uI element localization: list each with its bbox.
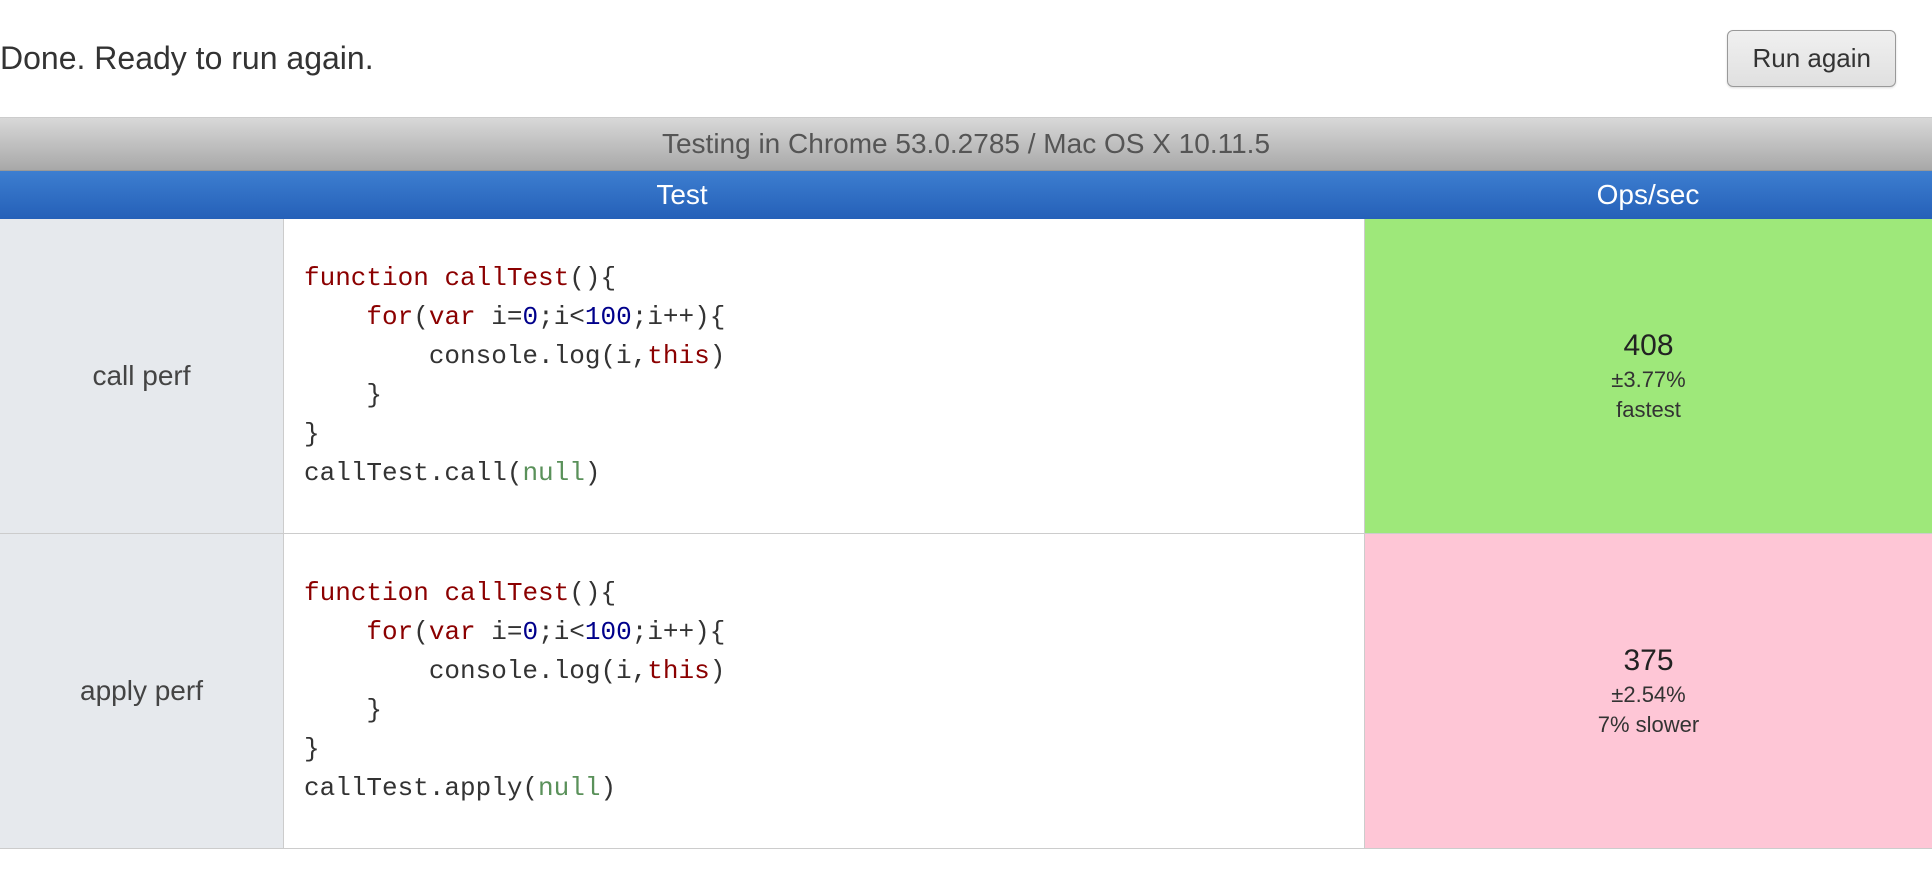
- table-row: call perffunction callTest(){ for(var i=…: [0, 219, 1932, 534]
- ops-cell: 408 ±3.77% fastest: [1364, 219, 1932, 533]
- test-name-cell: call perf: [0, 219, 284, 533]
- table-header-row: Test Ops/sec: [0, 171, 1932, 219]
- ops-value: 375: [1623, 644, 1673, 678]
- ops-rank: 7% slower: [1598, 712, 1699, 738]
- run-again-button[interactable]: Run again: [1727, 30, 1896, 87]
- ops-variance: ±2.54%: [1611, 682, 1685, 708]
- ops-cell: 375 ±2.54% 7% slower: [1364, 534, 1932, 848]
- table-row: apply perffunction callTest(){ for(var i…: [0, 534, 1932, 849]
- top-bar: Done. Ready to run again. Run again: [0, 0, 1932, 117]
- results-container: call perffunction callTest(){ for(var i=…: [0, 219, 1932, 849]
- ops-value: 408: [1623, 329, 1673, 363]
- ops-variance: ±3.77%: [1611, 367, 1685, 393]
- header-test: Test: [0, 171, 1364, 219]
- header-ops: Ops/sec: [1364, 171, 1932, 219]
- environment-bar: Testing in Chrome 53.0.2785 / Mac OS X 1…: [0, 117, 1932, 171]
- code-cell: function callTest(){ for(var i=0;i<100;i…: [284, 534, 1364, 848]
- test-name-cell: apply perf: [0, 534, 284, 848]
- ops-rank: fastest: [1616, 397, 1681, 423]
- code-cell: function callTest(){ for(var i=0;i<100;i…: [284, 219, 1364, 533]
- status-text: Done. Ready to run again.: [0, 40, 374, 77]
